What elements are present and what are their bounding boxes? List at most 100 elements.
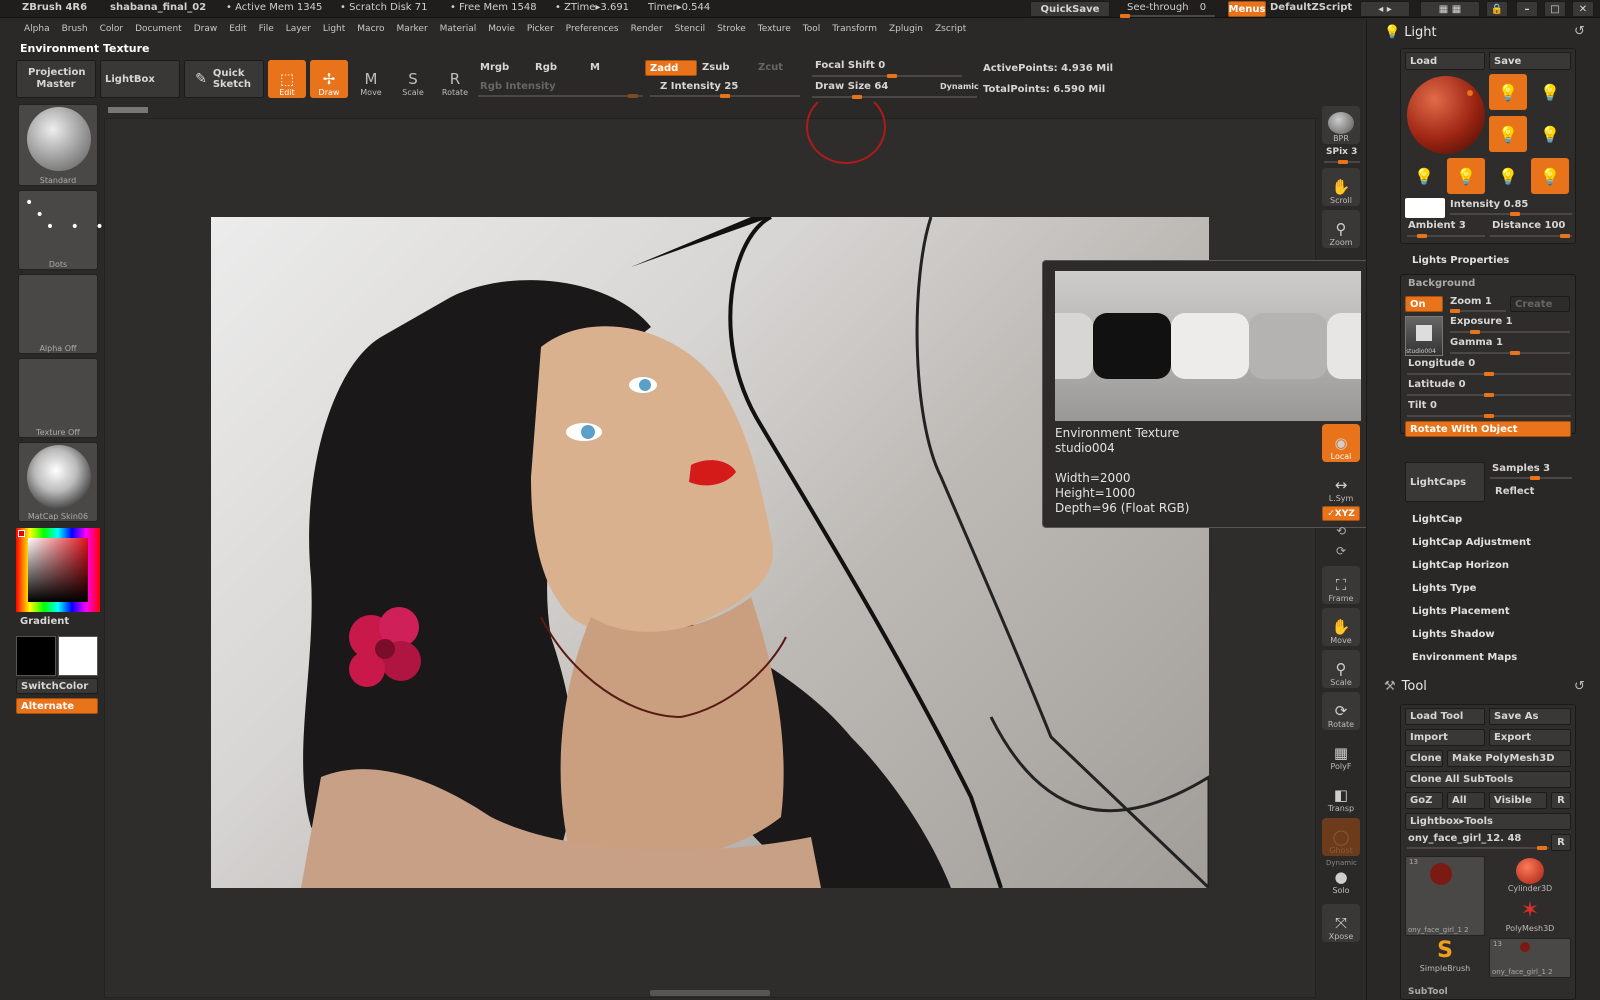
menu-preferences[interactable]: Preferences (560, 21, 625, 39)
menu-file[interactable]: File (253, 21, 280, 39)
light-subpalette-lightcap[interactable]: LightCap (1412, 514, 1462, 525)
scale-mode-button[interactable]: S Scale (394, 60, 432, 98)
clone-all-subtools-button[interactable]: Clone All SubTools (1405, 771, 1571, 788)
lights-properties-header[interactable]: Lights Properties (1412, 255, 1509, 266)
bg-zoom-slider[interactable] (1450, 309, 1506, 313)
menu-tool[interactable]: Tool (797, 21, 826, 39)
light-6-bulb-icon[interactable]: 💡 (1447, 158, 1485, 194)
rgb-button[interactable]: Rgb (535, 62, 557, 73)
goz-button[interactable]: GoZ (1405, 792, 1443, 809)
menu-edit[interactable]: Edit (223, 21, 252, 39)
rgb-intensity-knob[interactable] (628, 94, 638, 98)
move-view-button[interactable]: ✋ Move (1322, 608, 1360, 646)
layout-icon[interactable]: ▦ ▦ (1420, 1, 1480, 17)
edit-mode-button[interactable]: ⬚ Edit (268, 60, 306, 98)
zsub-button[interactable]: Zsub (702, 62, 729, 73)
goz-visible-button[interactable]: Visible (1489, 792, 1547, 809)
light-subpalette-lightcap-adjustment[interactable]: LightCap Adjustment (1412, 537, 1531, 548)
maximize-icon[interactable]: □ (1544, 1, 1566, 17)
gamma-knob[interactable] (1510, 351, 1520, 355)
rotate-view-button[interactable]: ⟳ Rotate (1322, 692, 1360, 730)
longitude-slider[interactable] (1407, 372, 1571, 376)
quick-sketch-button[interactable]: ✎ Quick Sketch (184, 60, 264, 98)
light-1-bulb-icon[interactable]: 💡 (1489, 74, 1527, 110)
light-8-bulb-icon[interactable]: 💡 (1531, 158, 1569, 194)
light-subpalette-lights-placement[interactable]: Lights Placement (1412, 606, 1510, 617)
tool-thumb-polymesh[interactable]: ✶ PolyMesh3D (1489, 898, 1571, 938)
light-palette-header[interactable]: 💡 Light (1384, 25, 1437, 40)
light-reset-icon[interactable]: ↺ (1574, 24, 1585, 39)
tool-thumb-simplebrush[interactable]: S SimpleBrush (1405, 938, 1485, 978)
menu-render[interactable]: Render (625, 21, 669, 39)
frame-button[interactable]: ⛶ Frame (1322, 566, 1360, 604)
lightbox-button[interactable]: LightBox (100, 60, 180, 98)
light-load-button[interactable]: Load (1405, 52, 1485, 70)
close-icon[interactable]: ✕ (1572, 1, 1594, 17)
canvas-scroll-indicator[interactable] (108, 107, 148, 113)
zadd-button[interactable]: Zadd (645, 60, 697, 76)
lock-icon[interactable]: 🔒 (1486, 1, 1508, 17)
latitude-slider[interactable] (1407, 393, 1571, 397)
local-button[interactable]: ◉ Local (1322, 424, 1360, 462)
environment-thumbnail[interactable]: studio004 (1405, 316, 1443, 356)
light-intensity-knob[interactable] (1510, 212, 1520, 216)
distance-slider[interactable] (1490, 234, 1572, 238)
clone-button[interactable]: Clone (1405, 750, 1443, 767)
see-through-knob[interactable] (1120, 14, 1130, 18)
background-header[interactable]: Background (1408, 278, 1475, 289)
menu-zscript[interactable]: Zscript (929, 21, 972, 39)
z-intensity-slider[interactable] (650, 94, 800, 98)
zcut-button[interactable]: Zcut (758, 62, 783, 73)
primary-color-swatch[interactable] (16, 636, 56, 676)
move-mode-button[interactable]: M Move (352, 60, 390, 98)
scale-view-button[interactable]: ⚲ Scale (1322, 650, 1360, 688)
menu-brush[interactable]: Brush (56, 21, 94, 39)
light-color-swatch[interactable] (1405, 198, 1445, 218)
spix-knob[interactable] (1338, 160, 1348, 164)
goz-r-button[interactable]: R (1551, 792, 1571, 809)
light-subpalette-lights-shadow[interactable]: Lights Shadow (1412, 629, 1495, 640)
light-preview-sphere[interactable] (1407, 76, 1485, 154)
light-subpalette-lights-type[interactable]: Lights Type (1412, 583, 1476, 594)
texture-thumbnail[interactable]: Texture Off (18, 358, 98, 438)
exposure-knob[interactable] (1470, 330, 1480, 334)
distance-knob[interactable] (1560, 234, 1570, 238)
see-through-track[interactable] (1120, 14, 1215, 18)
export-button[interactable]: Export (1489, 729, 1571, 746)
bg-zoom-knob[interactable] (1450, 309, 1460, 313)
menu-layer[interactable]: Layer (280, 21, 317, 39)
menu-texture[interactable]: Texture (752, 21, 797, 39)
light-4-bulb-icon[interactable]: 💡 (1531, 116, 1569, 152)
scroll-button[interactable]: ✋ Scroll (1322, 168, 1360, 206)
current-tool-knob[interactable] (1537, 846, 1547, 850)
samples-slider[interactable] (1490, 476, 1572, 480)
bottom-tray-handle[interactable] (650, 990, 770, 996)
ambient-knob[interactable] (1417, 234, 1427, 238)
rotate-mode-button[interactable]: R Rotate (436, 60, 474, 98)
lightbox-tools-button[interactable]: Lightbox▸Tools (1405, 813, 1571, 830)
see-through-slider[interactable]: See-through 0 (1127, 0, 1206, 16)
light-save-button[interactable]: Save (1489, 52, 1571, 70)
projection-master-button[interactable]: Projection Master (16, 60, 96, 98)
menu-zplugin[interactable]: Zplugin (883, 21, 929, 39)
z-intensity-knob[interactable] (720, 94, 730, 98)
load-tool-button[interactable]: Load Tool (1405, 708, 1485, 725)
lsym-button[interactable]: ↔ L.Sym (1322, 466, 1360, 504)
tool-reset-icon[interactable]: ↺ (1574, 679, 1585, 694)
layout-arrows-icon[interactable]: ◂ ▸ (1360, 1, 1410, 17)
stroke-thumbnail[interactable]: • • • • • Dots (18, 190, 104, 270)
light-subpalette-lightcap-horizon[interactable]: LightCap Horizon (1412, 560, 1509, 571)
bg-create-button[interactable]: Create (1510, 296, 1570, 312)
light-subpalette-environment-maps[interactable]: Environment Maps (1412, 652, 1517, 663)
draw-mode-button[interactable]: ✢ Draw (310, 60, 348, 98)
tool-thumb-cylinder[interactable]: Cylinder3D (1489, 856, 1571, 896)
spix-slider[interactable] (1324, 160, 1360, 164)
menu-draw[interactable]: Draw (188, 21, 224, 39)
alternate-button[interactable]: Alternate (16, 698, 98, 714)
transp-button[interactable]: ◧ Transp (1322, 776, 1360, 814)
color-picker-square[interactable] (28, 538, 88, 602)
mrgb-button[interactable]: Mrgb (480, 62, 509, 73)
background-on-button[interactable]: On (1405, 296, 1443, 312)
light-7-bulb-icon[interactable]: 💡 (1489, 158, 1527, 194)
goz-all-button[interactable]: All (1447, 792, 1485, 809)
